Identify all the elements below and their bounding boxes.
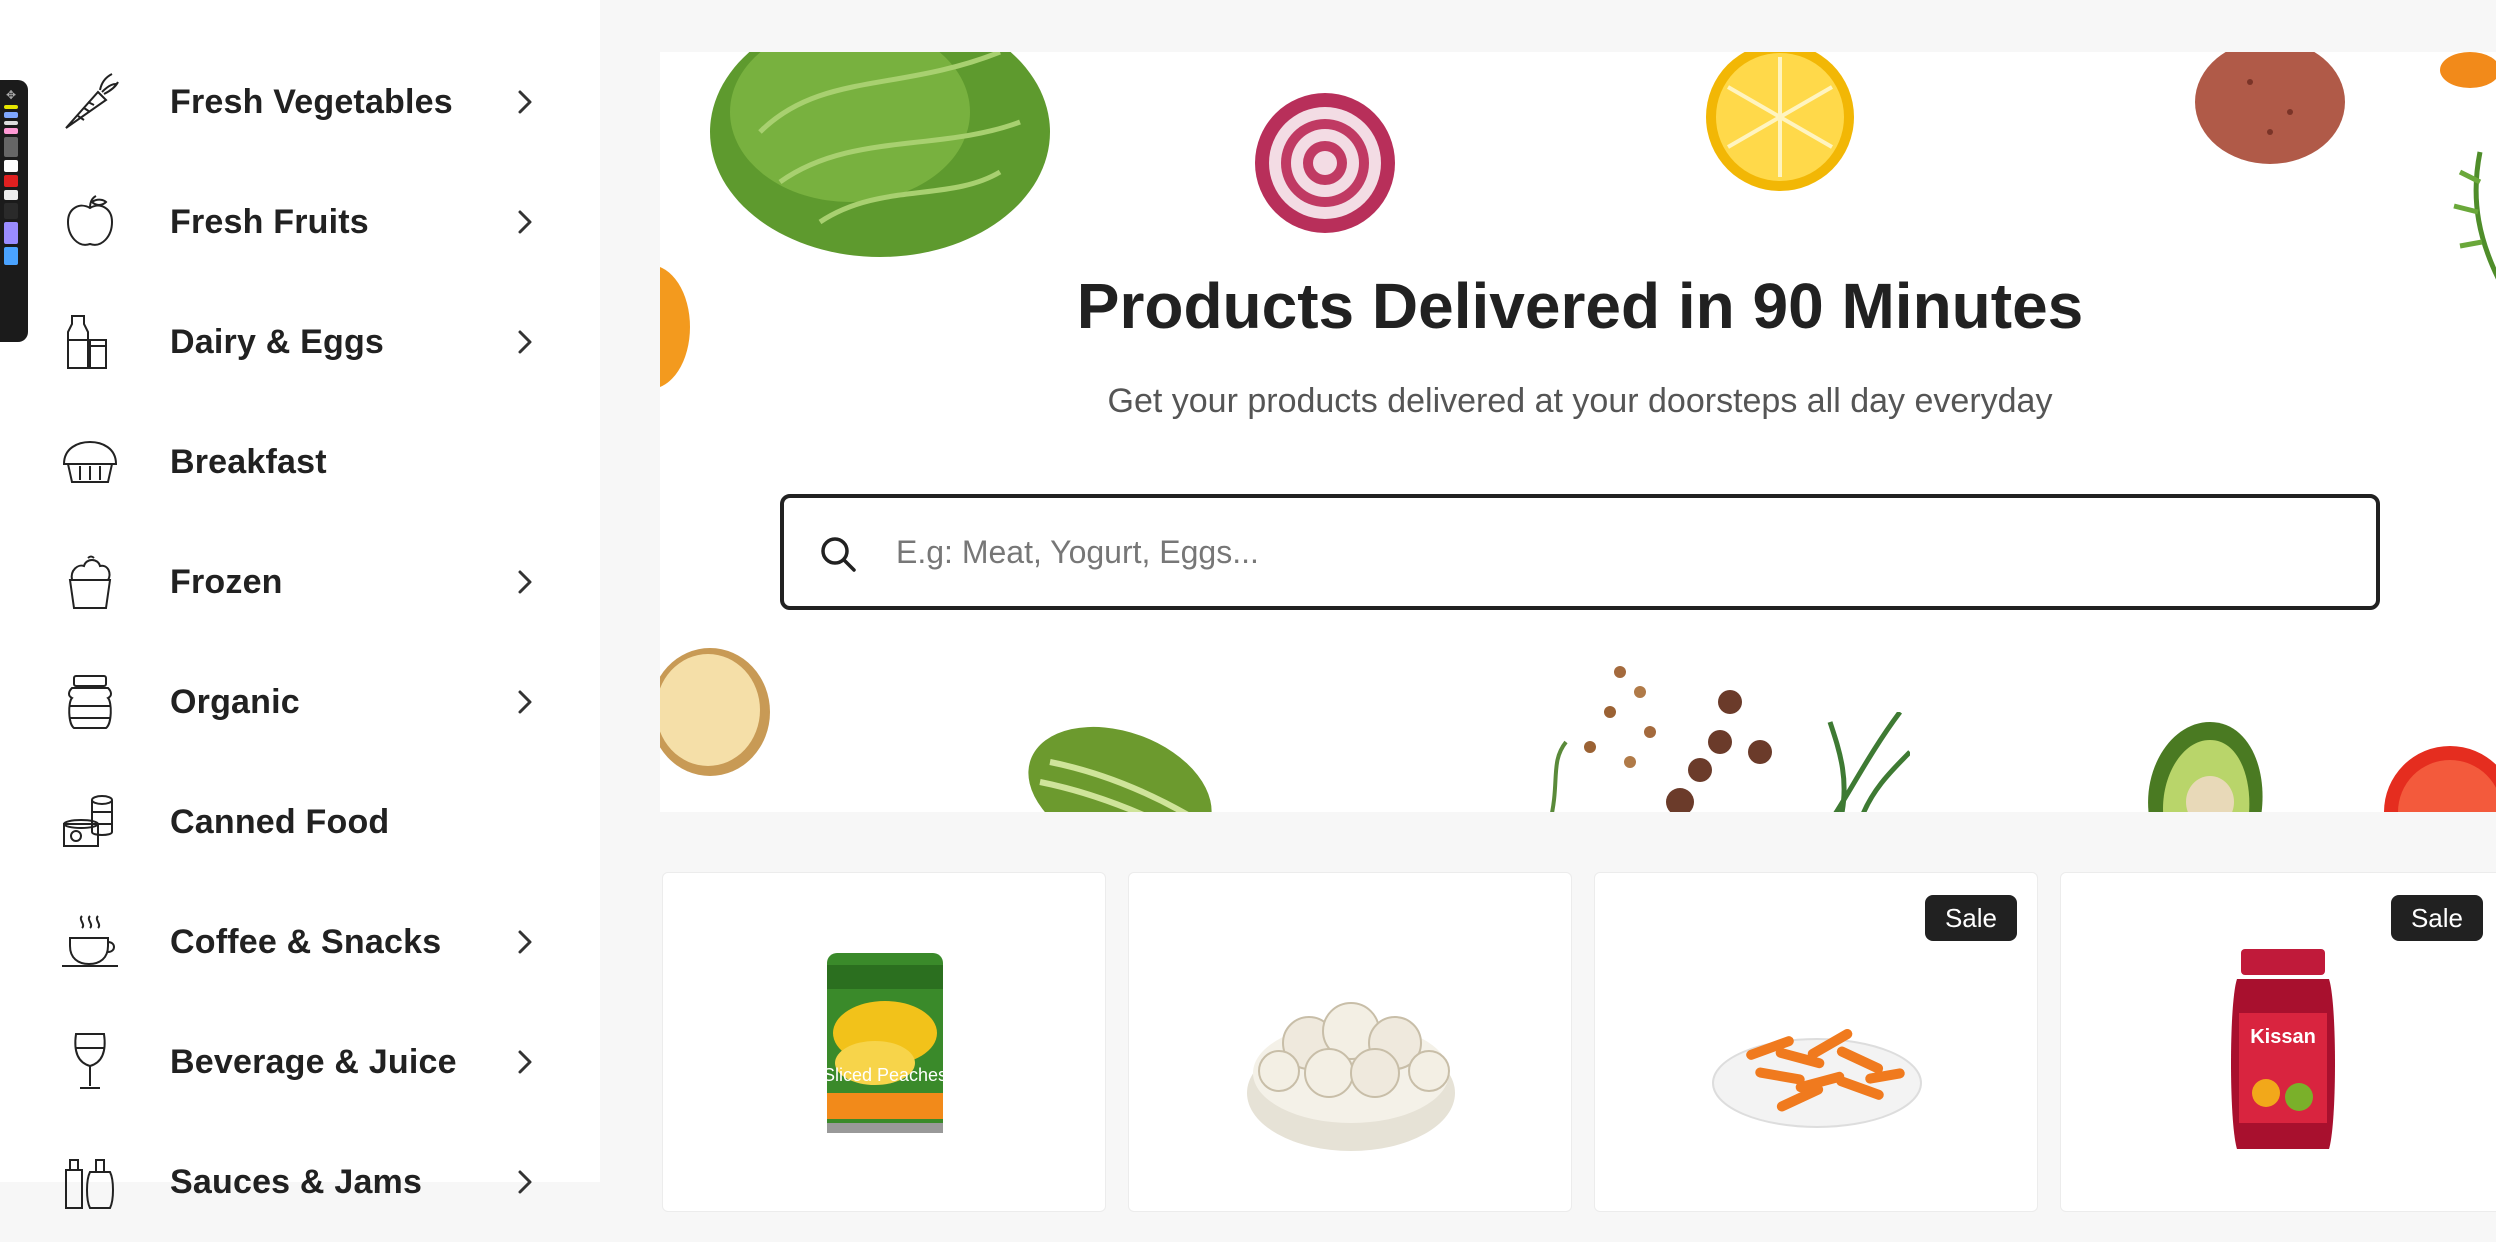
hero-subtitle: Get your products delivered at your door… [1107,382,2053,420]
product-card[interactable]: Sale [1594,872,2038,1212]
sidebar-item-label: Dairy & Eggs [170,322,385,361]
sidebar-item-label: Breakfast [170,442,327,481]
sidebar-item-label: Sauces & Jams [170,1162,423,1201]
main-content: Products Delivered in 90 Minutes Get you… [600,0,2496,1212]
color-swatch-white-2[interactable] [4,160,18,172]
color-swatch-gray[interactable] [4,137,18,157]
svg-text:Kissan: Kissan [2250,1026,2316,1048]
rosemary-image [1827,712,1910,812]
chevron-right-icon [510,927,540,957]
sidebar-item-label: Organic [170,682,300,721]
herb-sprig-image [2453,151,2496,280]
color-swatch-light[interactable] [4,190,18,200]
chevron-right-icon [510,1167,540,1197]
sidebar-item-fresh-vegetables[interactable]: Fresh Vegetables [0,42,600,162]
product-card[interactable]: Sale Kissan [2060,872,2496,1212]
sidebar-item-dairy-eggs[interactable]: Dairy & Eggs [0,282,600,402]
chevron-right-icon [510,687,540,717]
chevron-right-icon [510,87,540,117]
color-toolbar[interactable]: ✥ [0,80,28,342]
chevron-right-icon [510,567,540,597]
potato-image [2195,52,2345,164]
cucumber-image [1028,726,1212,812]
color-swatch-red[interactable] [4,175,18,187]
sidebar-item-breakfast[interactable]: Breakfast [0,402,600,522]
product-search-box[interactable] [780,494,2380,610]
sale-badge: Sale [1924,895,2017,941]
sidebar-item-label: Fresh Fruits [170,202,369,241]
sidebar-item-coffee-snacks[interactable]: Coffee & Snacks [0,882,600,1002]
sale-badge: Sale [2390,895,2483,941]
tomato-image [2384,746,2496,812]
lemon-slice-image [1706,52,1854,191]
product-card[interactable] [1128,872,1572,1212]
canned-peaches-image[interactable]: Sliced Peaches [663,943,1107,1183]
chevron-right-icon [510,1047,540,1077]
chevron-right-icon [510,327,540,357]
cabbage-image [710,52,1050,257]
baby-carrots-image[interactable] [1595,943,2039,1183]
spices-image [1550,666,1772,812]
color-swatch-sky[interactable] [4,247,18,265]
chevron-right-icon [510,207,540,237]
product-card[interactable]: Sliced Peaches [662,872,1106,1212]
color-swatch-blue[interactable] [4,112,18,118]
hero-banner: Products Delivered in 90 Minutes Get you… [660,52,2496,812]
color-swatch-pink[interactable] [4,128,18,134]
bread-icon [58,430,122,494]
sauce-bottles-icon [58,1150,122,1214]
red-onion-image [1255,93,1395,233]
sidebar-item-frozen[interactable]: Frozen [0,522,600,642]
drag-handle-icon[interactable]: ✥ [4,88,18,102]
sidebar-item-sauces-jams[interactable]: Sauces & Jams [0,1122,600,1242]
search-input[interactable] [896,518,2336,586]
jar-icon [58,670,122,734]
sidebar-item-label: Canned Food [170,802,390,841]
ice-cream-icon [58,550,122,614]
sidebar-item-beverage-juice[interactable]: Beverage & Juice [0,1002,600,1122]
sidebar-item-label: Fresh Vegetables [170,82,453,121]
avocado-image [2148,722,2263,812]
canned-food-icon [58,790,122,854]
color-swatch-purple[interactable] [4,222,18,244]
search-icon[interactable] [818,534,858,574]
sidebar-item-label: Beverage & Juice [170,1042,457,1081]
color-swatch-yellow[interactable] [4,105,18,109]
sidebar-item-organic[interactable]: Organic [0,642,600,762]
milk-bottle-icon [58,310,122,374]
sidebar-item-label: Frozen [170,562,283,601]
svg-text:Sliced Peaches: Sliced Peaches [823,1065,947,1085]
mixed-fruit-jam-image[interactable]: Kissan [2061,943,2496,1183]
wine-glass-icon [58,1030,122,1094]
color-swatch-white[interactable] [4,121,18,125]
sidebar-item-canned-food[interactable]: Canned Food [0,762,600,882]
carrot-icon [58,70,122,134]
apple-icon [58,190,122,254]
sidebar-item-fresh-fruits[interactable]: Fresh Fruits [0,162,600,282]
coffee-cup-icon [58,910,122,974]
potato-half-image [660,648,770,776]
category-sidebar: Fresh Vegetables Fresh Fruits Dairy & Eg… [0,0,600,1209]
color-swatch-dark[interactable] [4,203,18,219]
mushrooms-bowl-image[interactable] [1129,943,1573,1183]
carrot-slice-image [2440,52,2496,88]
sidebar-item-label: Coffee & Snacks [170,922,442,961]
hero-title: Products Delivered in 90 Minutes [1076,270,2084,342]
